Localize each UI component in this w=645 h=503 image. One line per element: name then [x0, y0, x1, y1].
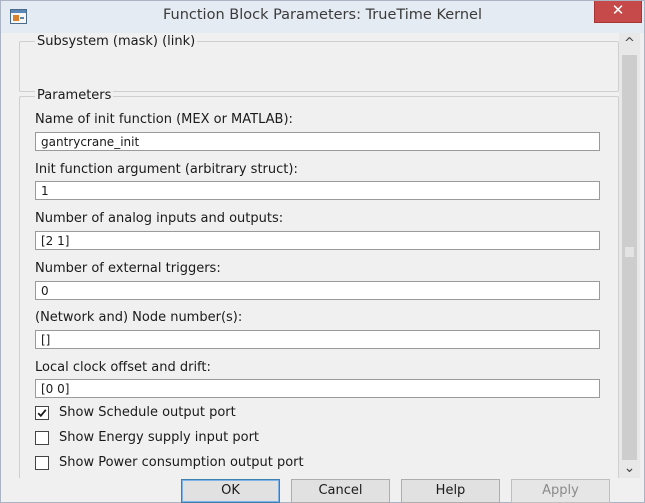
init-function-name-label: Name of init function (MEX or MATLAB):: [35, 112, 293, 127]
external-triggers-field[interactable]: [35, 281, 600, 300]
init-function-name-field[interactable]: [35, 132, 600, 151]
scrollbar-thumb[interactable]: [622, 55, 637, 460]
clock-offset-label: Local clock offset and drift:: [35, 360, 211, 375]
node-number-label: (Network and) Node number(s):: [35, 310, 243, 325]
close-button[interactable]: ✕: [594, 1, 642, 23]
show-energy-supply-label: Show Energy supply input port: [59, 430, 260, 445]
checkbox-unchecked[interactable]: [35, 431, 49, 445]
parameters-scroll-area: Subsystem (mask) (link) Parameters Name …: [15, 33, 619, 478]
vertical-scrollbar[interactable]: ^ ⌄: [619, 33, 640, 478]
subsystem-description-group: Subsystem (mask) (link): [19, 34, 619, 92]
checkbox-unchecked[interactable]: [35, 456, 49, 470]
show-schedule-output-label: Show Schedule output port: [59, 405, 236, 420]
node-number-field[interactable]: [35, 330, 600, 349]
scroll-up-arrow-icon[interactable]: ^: [619, 35, 640, 53]
init-function-argument-field[interactable]: [35, 181, 600, 200]
scroll-down-arrow-icon[interactable]: ⌄: [619, 461, 640, 479]
apply-button[interactable]: Apply: [511, 479, 610, 503]
window-title: Function Block Parameters: TrueTime Kern…: [162, 7, 483, 23]
show-power-consumption-label: Show Power consumption output port: [59, 455, 304, 470]
clock-offset-field[interactable]: [35, 379, 600, 398]
parameters-group-label: Parameters: [35, 88, 114, 103]
function-block-parameters-dialog: Function Block Parameters: TrueTime Kern…: [0, 0, 645, 503]
checkmark-icon: [37, 409, 47, 418]
analog-io-field[interactable]: [35, 231, 600, 250]
scrollbar-grip: [625, 247, 634, 257]
cancel-button[interactable]: Cancel: [291, 479, 390, 503]
checkbox-checked[interactable]: [35, 406, 49, 420]
ok-button[interactable]: OK: [181, 479, 280, 503]
analog-io-label: Number of analog inputs and outputs:: [35, 211, 284, 226]
close-icon: ✕: [611, 1, 625, 19]
subsystem-label: Subsystem (mask) (link): [35, 34, 198, 49]
external-triggers-label: Number of external triggers:: [35, 261, 221, 276]
help-button[interactable]: Help: [401, 479, 500, 503]
title-bar[interactable]: Function Block Parameters: TrueTime Kern…: [1, 1, 644, 33]
init-function-argument-label: Init function argument (arbitrary struct…: [35, 162, 298, 177]
